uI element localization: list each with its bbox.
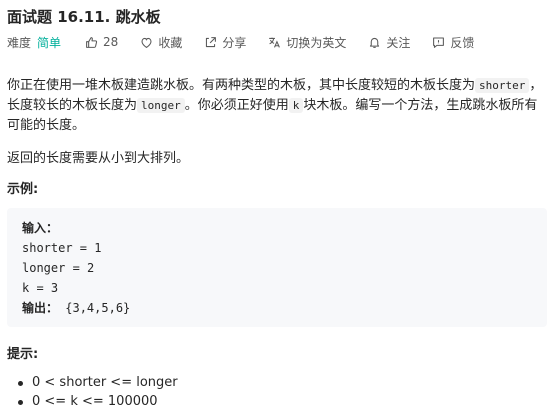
share-icon (204, 36, 222, 49)
share-label: 分享 (222, 35, 247, 50)
output-value: {3,4,5,6} (58, 301, 131, 315)
example-heading: 示例: (7, 182, 39, 197)
problem-meta-bar: 难度 简单 28 收藏 分享 切换为英文 关注 反馈 (7, 34, 496, 50)
code-longer: longer (137, 98, 185, 113)
difficulty-badge: 简单 (37, 35, 62, 50)
favorite-button[interactable]: 收藏 (140, 34, 182, 51)
example-line: shorter = 1 (22, 241, 102, 255)
follow-label: 关注 (386, 35, 411, 50)
like-button[interactable]: 28 (85, 35, 118, 49)
example-line: longer = 2 (22, 261, 95, 275)
favorite-label: 收藏 (158, 35, 183, 50)
input-label: 输入： (22, 221, 59, 235)
translate-label: 切换为英文 (286, 35, 347, 50)
code-shorter: shorter (475, 78, 530, 93)
return-note: 返回的长度需要从小到大排列。 (7, 151, 190, 166)
problem-description: 你正在使用一堆木板建造跳水板。有两种类型的木板，其中长度较短的木板长度为 shor… (7, 78, 543, 133)
problem-title: 面试题 16.11. 跳水板 (7, 8, 161, 26)
thumbs-up-icon (85, 36, 103, 49)
translate-button[interactable]: 切换为英文 (268, 34, 346, 51)
bell-icon (368, 36, 386, 49)
tips-list: 0 < shorter <= longer 0 <= k <= 100000 (18, 373, 178, 411)
list-item: 0 <= k <= 100000 (18, 392, 178, 411)
share-button[interactable]: 分享 (204, 34, 246, 51)
like-count: 28 (103, 35, 119, 49)
output-label: 输出： (22, 301, 59, 315)
list-item: 0 < shorter <= longer (18, 375, 178, 390)
difficulty-label: 难度 (7, 35, 32, 50)
follow-button[interactable]: 关注 (368, 34, 410, 51)
example-line: k = 3 (22, 281, 59, 295)
feedback-icon (432, 36, 450, 49)
feedback-button[interactable]: 反馈 (432, 34, 474, 51)
code-k: k (288, 98, 304, 113)
feedback-label: 反馈 (450, 35, 475, 50)
example-block: 输入： shorter = 1 longer = 2 k = 3 输出： {3,… (7, 208, 547, 327)
heart-icon (140, 36, 158, 49)
tips-heading: 提示: (7, 347, 39, 362)
translate-icon (268, 36, 286, 49)
